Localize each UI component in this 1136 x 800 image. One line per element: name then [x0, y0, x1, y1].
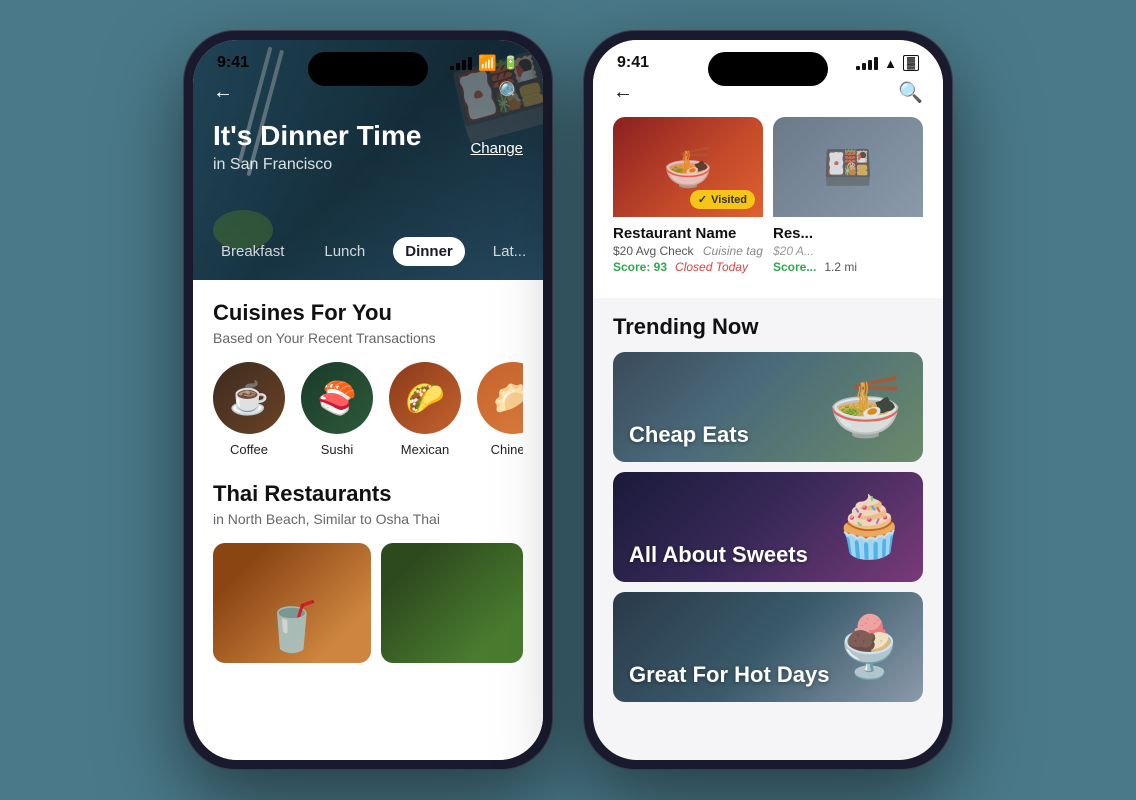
- cuisine-sushi-label: Sushi: [321, 442, 354, 457]
- visited-badge: ✓ Visited: [690, 190, 755, 209]
- cuisines-subtitle: Based on Your Recent Transactions: [213, 330, 523, 346]
- trending-section: Trending Now 🍜 Cheap Eats 🧁 All About Sw…: [593, 298, 943, 702]
- food-icon-2: 🍱: [773, 117, 923, 217]
- restaurant-card-2[interactable]: 🍱 Res... $20 A... Score... 1.2 mi: [773, 117, 923, 282]
- restaurant-info-1: Restaurant Name $20 Avg Check Cuisine ta…: [613, 217, 763, 282]
- wifi-icon: 📶: [478, 54, 497, 72]
- search-icon-2[interactable]: 🔍: [898, 80, 923, 105]
- phone-2: 9:41 ▲ ▓ ← 🔍: [583, 30, 953, 770]
- cuisines-section: Cuisines For You Based on Your Recent Tr…: [213, 300, 523, 457]
- battery-icon: 🔋: [503, 55, 519, 71]
- change-button[interactable]: Change: [470, 140, 523, 157]
- cuisine-mexican[interactable]: 🌮 Mexican: [389, 362, 461, 457]
- thai-image-2[interactable]: [381, 543, 523, 663]
- restaurant-meta-2: $20 A...: [773, 244, 923, 258]
- thai-title: Thai Restaurants: [213, 481, 523, 507]
- check-icon: ✓: [698, 193, 707, 206]
- score-1: Score: 93: [613, 260, 667, 274]
- cheap-eats-label: Cheap Eats: [613, 408, 765, 462]
- restaurant-meta-1: $20 Avg Check Cuisine tag: [613, 244, 763, 258]
- tab-dinner[interactable]: Dinner: [393, 237, 465, 266]
- tab-late[interactable]: Lat...: [481, 237, 538, 266]
- hero-content: ← 🔍 It's Dinner Time in San Francisco Ch…: [193, 80, 543, 174]
- status-time-1: 9:41: [217, 54, 249, 72]
- hot-days-label: Great For Hot Days: [613, 648, 846, 702]
- status-icons-1: 📶 🔋: [450, 54, 519, 72]
- visited-label: Visited: [711, 194, 747, 206]
- restaurant-name-1: Restaurant Name: [613, 225, 763, 242]
- cuisine-chinese[interactable]: 🥟 Chine...: [477, 362, 523, 457]
- thai-section: Thai Restaurants in North Beach, Similar…: [213, 481, 523, 663]
- cuisine-chinese-circle: 🥟: [477, 362, 523, 434]
- thai-images: 🥤: [213, 543, 523, 663]
- restaurant-cards-row: 🍜 ✓ Visited Restaurant Name $20 Avg Chec…: [593, 117, 943, 298]
- back-icon[interactable]: ←: [213, 81, 233, 104]
- avg-check-1: $20 Avg Check: [613, 244, 694, 258]
- wifi-icon-2: ▲: [884, 56, 897, 71]
- score-2: Score...: [773, 260, 816, 274]
- hero-subtitle: in San Francisco: [213, 156, 523, 174]
- tab-lunch[interactable]: Lunch: [312, 237, 377, 266]
- coffee-icon: ☕: [229, 379, 269, 417]
- scroll-content-1: Cuisines For You Based on Your Recent Tr…: [193, 280, 543, 760]
- restaurant-name-2: Res...: [773, 225, 923, 242]
- trending-card-cheap-eats[interactable]: 🍜 Cheap Eats: [613, 352, 923, 462]
- trending-card-hot-days[interactable]: 🍨 Great For Hot Days: [613, 592, 923, 702]
- sweets-food-icon: 🧁: [832, 492, 907, 563]
- cuisine-coffee-circle: ☕: [213, 362, 285, 434]
- thai-image-1[interactable]: 🥤: [213, 543, 371, 663]
- status-time-2: 9:41: [617, 54, 649, 72]
- mexican-icon: 🌮: [405, 379, 445, 417]
- cheap-eats-food-icon: 🍜: [828, 372, 903, 443]
- cuisine-tag-1: Cuisine tag: [703, 244, 763, 258]
- phone2-scroll: 9:41 ▲ ▓ ← 🔍: [593, 40, 943, 702]
- cuisine-chinese-label: Chine...: [491, 442, 523, 457]
- signal-icon: [450, 57, 472, 70]
- status-1: Closed Today: [675, 260, 748, 274]
- cuisines-title: Cuisines For You: [213, 300, 523, 326]
- phones-container: 🍱 9:41 📶 🔋: [183, 30, 953, 770]
- restaurant-score-row-1: Score: 93 Closed Today: [613, 260, 763, 274]
- search-icon[interactable]: 🔍: [498, 80, 523, 105]
- restaurant-info-2: Res... $20 A... Score... 1.2 mi: [773, 217, 923, 282]
- status-icons-2: ▲ ▓: [856, 55, 919, 71]
- distance-1: 1.2 mi: [824, 260, 857, 274]
- all-sweets-label: All About Sweets: [613, 528, 824, 582]
- dynamic-island-1: [308, 52, 428, 86]
- tab-breakfast[interactable]: Breakfast: [209, 237, 296, 266]
- cuisine-mexican-label: Mexican: [401, 442, 449, 457]
- trending-title: Trending Now: [613, 314, 923, 340]
- signal-icon-2: [856, 57, 878, 70]
- thai-subtitle: in North Beach, Similar to Osha Thai: [213, 511, 523, 527]
- chinese-icon: 🥟: [493, 379, 523, 417]
- sushi-icon: 🍣: [317, 379, 357, 417]
- thai-drink-icon: 🥤: [262, 598, 322, 655]
- dynamic-island-2: [708, 52, 828, 86]
- back-icon-2[interactable]: ←: [613, 81, 633, 104]
- cuisine-coffee-label: Coffee: [230, 442, 268, 457]
- cuisine-coffee[interactable]: ☕ Coffee: [213, 362, 285, 457]
- cuisine-sushi[interactable]: 🍣 Sushi: [301, 362, 373, 457]
- battery-icon-2: ▓: [903, 55, 919, 71]
- restaurant-card-1-image: 🍜 ✓ Visited: [613, 117, 763, 217]
- phone-1: 🍱 9:41 📶 🔋: [183, 30, 553, 770]
- restaurant-card-2-image: 🍱: [773, 117, 923, 217]
- restaurant-card-1[interactable]: 🍜 ✓ Visited Restaurant Name $20 Avg Chec…: [613, 117, 763, 282]
- cuisine-mexican-circle: 🌮: [389, 362, 461, 434]
- meal-tabs: Breakfast Lunch Dinner Lat...: [193, 237, 543, 266]
- cuisine-sushi-circle: 🍣: [301, 362, 373, 434]
- cuisine-row: ☕ Coffee 🍣 Sushi 🌮: [213, 362, 523, 457]
- trending-card-all-sweets[interactable]: 🧁 All About Sweets: [613, 472, 923, 582]
- restaurant-score-row-2: Score... 1.2 mi: [773, 260, 923, 274]
